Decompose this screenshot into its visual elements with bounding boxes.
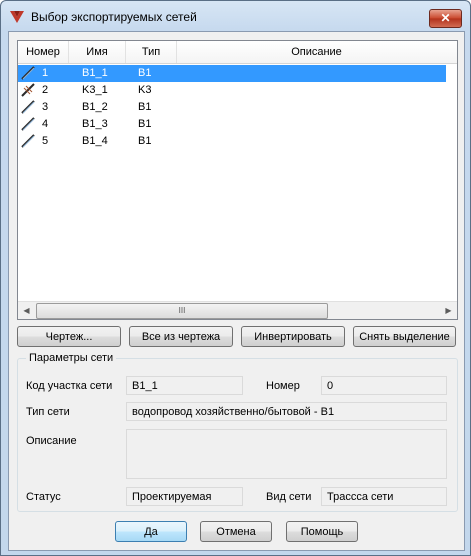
help-button[interactable]: Помощь bbox=[286, 521, 358, 542]
cell-type: B1 bbox=[138, 135, 152, 147]
net-type-field: водопровод хозяйственно/бытовой - B1 bbox=[126, 402, 447, 421]
drawing-button[interactable]: Чертеж... bbox=[17, 326, 121, 347]
deselect-button[interactable]: Снять выделение bbox=[353, 326, 456, 347]
group-title: Параметры сети bbox=[26, 352, 117, 364]
dialog-window: Выбор экспортируемых сетей ✕ Номер Имя Т… bbox=[0, 0, 471, 556]
invert-button[interactable]: Инвертировать bbox=[241, 326, 345, 347]
title-bar[interactable]: Выбор экспортируемых сетей ✕ bbox=[1, 1, 470, 31]
table-row[interactable]: 4 B1_3 B1 bbox=[18, 116, 446, 133]
net-view-label: Вид сети bbox=[266, 491, 312, 503]
table-row[interactable]: 2 K3_1 K3 bbox=[18, 82, 446, 99]
section-code-field: B1_1 bbox=[126, 376, 243, 395]
cell-number: 1 bbox=[42, 67, 49, 79]
cell-number: 2 bbox=[42, 84, 49, 96]
cell-number: 5 bbox=[42, 135, 49, 147]
pipe-icon bbox=[21, 117, 35, 131]
scroll-thumb[interactable]: III bbox=[36, 303, 328, 319]
cell-number: 3 bbox=[42, 101, 49, 113]
pipe-icon bbox=[21, 66, 35, 80]
dialog-body: Номер Имя Тип Описание 1 B1_1 B1 2 K3_1 K3 3 B1… bbox=[8, 31, 465, 551]
cell-type: K3 bbox=[138, 84, 152, 96]
close-button[interactable]: ✕ bbox=[429, 9, 462, 28]
net-view-field: Трассса сети bbox=[321, 487, 447, 506]
horizontal-scrollbar[interactable]: ◀ III ▶ bbox=[18, 301, 457, 319]
cell-name: B1_4 bbox=[82, 135, 108, 147]
section-code-label: Код участка сети bbox=[26, 380, 113, 392]
cell-name: B1_1 bbox=[82, 67, 108, 79]
net-type-label: Тип сети bbox=[26, 406, 70, 418]
list-header: Номер Имя Тип Описание bbox=[18, 41, 457, 64]
number-label: Номер bbox=[266, 380, 300, 392]
app-logo-icon bbox=[10, 11, 24, 23]
cell-number: 4 bbox=[42, 118, 49, 130]
column-header-name[interactable]: Имя bbox=[69, 41, 126, 63]
network-params-group: Параметры сети Код участка сети B1_1 Ном… bbox=[17, 352, 458, 512]
scroll-left-arrow-icon[interactable]: ◀ bbox=[18, 302, 35, 319]
column-header-type[interactable]: Тип bbox=[126, 41, 177, 63]
description-label: Описание bbox=[26, 435, 77, 447]
number-field: 0 bbox=[321, 376, 447, 395]
scroll-right-arrow-icon[interactable]: ▶ bbox=[440, 302, 457, 319]
cell-type: B1 bbox=[138, 101, 152, 113]
column-header-description[interactable]: Описание bbox=[177, 41, 456, 63]
networks-list[interactable]: Номер Имя Тип Описание 1 B1_1 B1 2 K3_1 K3 3 B1… bbox=[17, 40, 458, 320]
all-from-drawing-button[interactable]: Все из чертежа bbox=[129, 326, 233, 347]
cancel-button[interactable]: Отмена bbox=[200, 521, 272, 542]
ok-button[interactable]: Да bbox=[115, 521, 187, 542]
cell-name: K3_1 bbox=[82, 84, 108, 96]
column-header-number[interactable]: Номер bbox=[18, 41, 69, 63]
cell-name: B1_3 bbox=[82, 118, 108, 130]
sewer-pipe-icon bbox=[21, 83, 35, 97]
status-label: Статус bbox=[26, 491, 61, 503]
table-row[interactable]: 1 B1_1 B1 bbox=[18, 65, 446, 82]
pipe-icon bbox=[21, 100, 35, 114]
pipe-icon bbox=[21, 134, 35, 148]
description-field bbox=[126, 429, 447, 479]
window-title: Выбор экспортируемых сетей bbox=[31, 10, 197, 24]
cell-name: B1_2 bbox=[82, 101, 108, 113]
cell-type: B1 bbox=[138, 118, 152, 130]
table-row[interactable]: 5 B1_4 B1 bbox=[18, 133, 446, 150]
cell-type: B1 bbox=[138, 67, 152, 79]
status-field: Проектируемая bbox=[126, 487, 243, 506]
table-row[interactable]: 3 B1_2 B1 bbox=[18, 99, 446, 116]
